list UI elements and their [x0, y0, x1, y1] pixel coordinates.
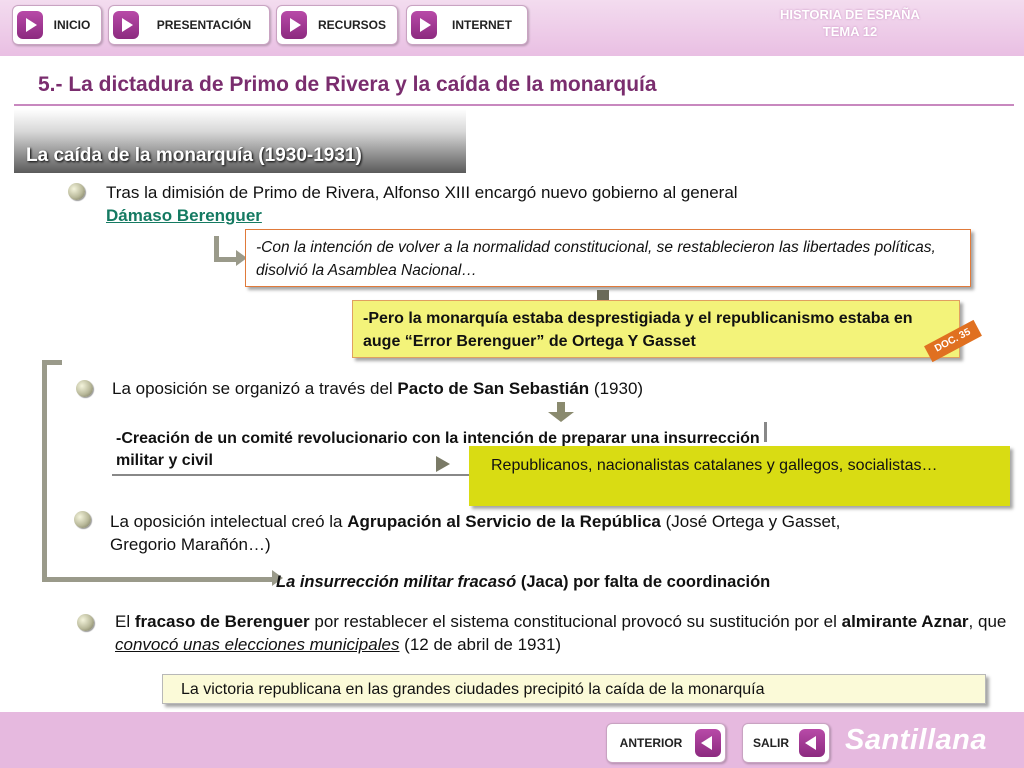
nav-button-label: RECURSOS — [317, 18, 386, 32]
play-arrow-icon — [411, 11, 437, 39]
nav-button-label: PRESENTACIÓN — [156, 18, 252, 32]
nav-button-label: INTERNET — [452, 18, 512, 32]
exit-button[interactable]: SALIR — [742, 723, 830, 763]
agrupacion-republica: Agrupación al Servicio de la República — [347, 512, 661, 531]
info-box-text-body: Pero la monarquía estaba desprestigiada … — [363, 310, 913, 350]
play-arrow-icon — [281, 11, 307, 39]
paragraph-text: (Jaca) por falta de coordinación — [516, 573, 771, 591]
paragraph-aznar: El fracaso de Berenguer por restablecer … — [115, 610, 1015, 656]
info-box-text: Republicanos, nacionalistas catalanes y … — [491, 457, 938, 474]
pacto-san-sebastian: Pacto de San Sebastián — [397, 379, 590, 398]
info-box-text: -Con la intención de volver a la normali… — [256, 239, 936, 279]
play-arrow-icon — [17, 11, 43, 39]
nav-button-label: INICIO — [53, 18, 91, 32]
play-arrow-icon — [113, 11, 139, 39]
title-divider — [14, 104, 1014, 106]
nav-button-inicio[interactable]: INICIO — [12, 5, 102, 45]
almirante-aznar: almirante Aznar — [841, 612, 969, 631]
bullet-icon — [77, 614, 94, 631]
paragraph-text: por restablecer el sistema constituciona… — [309, 612, 842, 631]
bullet-icon — [76, 380, 93, 397]
paragraph-berenguer: Tras la dimisión de Primo de Rivera, Alf… — [106, 181, 986, 227]
brand-unit: TEMA 12 — [822, 24, 878, 39]
paragraph-text: , que — [968, 612, 1007, 631]
municipal-elections: convocó unas elecciones municipales — [115, 635, 400, 654]
info-box-text: La victoria republicana en las grandes c… — [181, 681, 765, 698]
info-box-constitutional: -Con la intención de volver a la normali… — [245, 229, 971, 287]
paragraph-text: Tras la dimisión de Primo de Rivera, Alf… — [106, 183, 738, 202]
info-box-monarchy-discredit: -Pero la monarquía estaba desprestigiada… — [352, 300, 982, 363]
paragraph-jaca-failure: La insurrección militar fracasó (Jaca) p… — [276, 571, 976, 594]
paragraph-text: La oposición intelectual creó la — [110, 512, 348, 531]
back-arrow-icon — [695, 729, 721, 757]
info-box-signatories: Republicanos, nacionalistas catalanes y … — [469, 446, 1010, 506]
insurrection-failed: La insurrección militar fracasó — [276, 573, 517, 591]
connector-stub — [597, 290, 609, 300]
pointer-arrow-icon — [436, 456, 464, 472]
page-title: 5.- La dictadura de Primo de Rivera y la… — [38, 73, 657, 96]
link-damaso-berenguer[interactable]: Dámaso Berenguer — [106, 206, 262, 225]
paragraph-pacto: La oposición se organizó a través del Pa… — [112, 377, 812, 400]
paragraph-text: La oposición se organizó a través del — [112, 379, 398, 398]
paragraph-agrupacion: La oposición intelectual creó la Agrupac… — [110, 510, 880, 556]
paragraph-text: El — [115, 612, 135, 631]
nav-button-presentacion[interactable]: PRESENTACIÓN — [108, 5, 270, 45]
info-box-text: -Pero la monarquía estaba desprestigiada… — [363, 307, 923, 353]
nav-button-internet[interactable]: INTERNET — [406, 5, 528, 45]
paragraph-date: (12 de abril de 1931) — [399, 635, 562, 654]
connector-bracket — [214, 236, 236, 262]
nav-button-recursos[interactable]: RECURSOS — [276, 5, 398, 45]
previous-button[interactable]: ANTERIOR — [606, 723, 726, 763]
fracaso-berenguer: fracaso de Berenguer — [134, 612, 310, 631]
down-arrow-icon — [548, 402, 574, 422]
back-arrow-icon — [799, 729, 825, 757]
divider-line — [112, 474, 472, 476]
previous-button-label: ANTERIOR — [619, 736, 683, 750]
course-brand: HISTORIA DE ESPAÑA TEMA 12 — [720, 6, 980, 40]
section-title: La caída de la monarquía (1930-1931) — [26, 145, 362, 166]
paragraph-year: (1930) — [589, 379, 644, 398]
publisher-logo[interactable]: Santillana — [845, 724, 987, 757]
info-box-republican-victory: La victoria republicana en las grandes c… — [162, 674, 986, 704]
brand-subject: HISTORIA DE ESPAÑA — [780, 7, 920, 22]
doc-35-tag[interactable]: DOC. 35 — [924, 319, 982, 363]
bullet-icon — [68, 183, 85, 200]
exit-button-label: SALIR — [753, 736, 789, 750]
bullet-icon — [74, 511, 91, 528]
divider-tick — [764, 422, 767, 442]
